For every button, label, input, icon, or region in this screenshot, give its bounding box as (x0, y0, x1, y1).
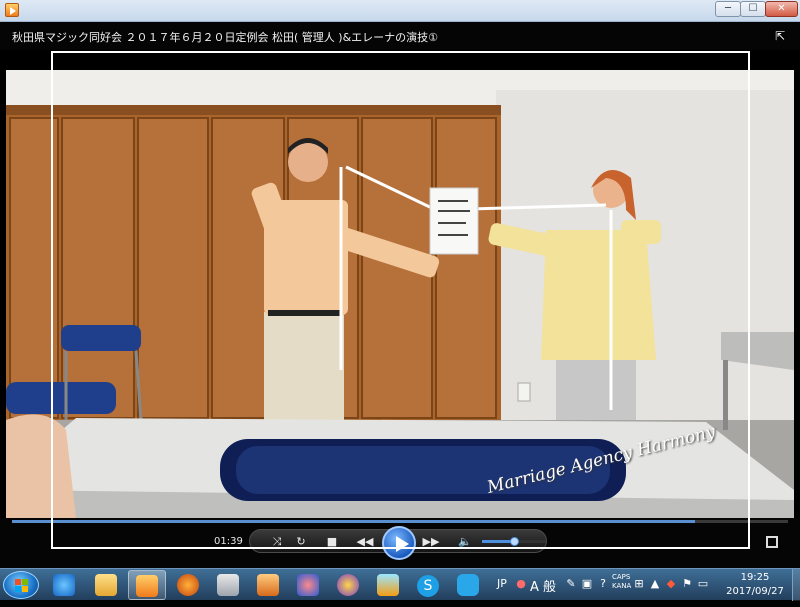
taskbar-headphones-icon[interactable] (329, 570, 367, 600)
volume-slider[interactable] (482, 537, 546, 546)
play-button[interactable] (382, 526, 416, 560)
kana-label: KANA (612, 582, 632, 590)
ime-dictionary-icon[interactable]: ✎ (564, 577, 578, 591)
media-player-app-icon[interactable] (5, 3, 19, 17)
taskbar-app-icon-2[interactable] (249, 570, 287, 600)
fullscreen-icon[interactable] (766, 536, 778, 548)
elapsed-time: 01:39 (214, 536, 243, 547)
taskbar-firefox-icon[interactable] (169, 570, 207, 600)
maximize-button[interactable]: ☐ (740, 1, 766, 17)
switch-to-library-icon[interactable]: ⇱ (772, 29, 788, 43)
start-button[interactable] (3, 571, 39, 599)
taskbar-skype-icon[interactable]: S (409, 570, 447, 600)
windows-logo-icon (15, 579, 29, 593)
player-controls: 01:39 ⤨ ↻ ■ ◀◀ ▶▶ 🔈 (0, 518, 800, 568)
system-tray: JP ● A 般 ✎ ▣ ? CAPS KANA ⊞ ▲ ◆ ⚑ ▭ (492, 569, 712, 601)
previous-icon[interactable]: ◀◀ (356, 534, 374, 550)
clock-date: 2017/09/27 (726, 586, 784, 597)
ime-pad-icon[interactable]: ● (514, 577, 528, 591)
taskbar-app-icon-1[interactable] (209, 570, 247, 600)
caps-kana-indicator: CAPS KANA (612, 573, 631, 591)
taskbar-explorer-icon[interactable] (87, 570, 125, 600)
minimize-button[interactable]: ─ (715, 1, 741, 17)
seek-bar[interactable] (12, 520, 788, 523)
player-header: 秋田県マジック同好会 ２０１７年６月２０日定例会 松田( 管理人 )&エレーナの… (0, 22, 800, 50)
media-player-window: ─ ☐ ✕ 秋田県マジック同好会 ２０１７年６月２０日定例会 松田( 管理人 )… (0, 0, 800, 568)
security-icon[interactable]: ◆ (664, 577, 678, 591)
taskbar-paint-icon[interactable] (369, 570, 407, 600)
seek-bar-fill (12, 520, 695, 523)
taskbar-app-icon-3[interactable] (289, 570, 327, 600)
next-icon[interactable]: ▶▶ (422, 534, 440, 550)
stop-icon[interactable]: ■ (323, 534, 341, 550)
volume-knob[interactable] (510, 537, 519, 546)
repeat-icon[interactable]: ↻ (292, 534, 310, 550)
taskbar-media-player-icon[interactable] (128, 570, 166, 600)
help-icon[interactable]: ? (596, 577, 610, 591)
ime-mode[interactable]: A 般 (530, 576, 556, 595)
video-title: 秋田県マジック同好会 ２０１７年６月２０日定例会 松田( 管理人 )&エレーナの… (12, 31, 439, 44)
title-bar: ─ ☐ ✕ (0, 0, 800, 22)
show-hidden-icons-icon[interactable]: ▲ (648, 577, 662, 591)
taskbar-messenger-icon[interactable] (449, 570, 487, 600)
language-indicator[interactable]: JP (497, 577, 507, 590)
speaker-icon[interactable]: 🔈 (456, 534, 474, 550)
clock-time: 19:25 (740, 572, 770, 583)
network-icon[interactable]: ▭ (696, 577, 710, 591)
ime-options-icon[interactable]: ⊞ (632, 577, 646, 591)
caps-label: CAPS (612, 573, 631, 581)
shuffle-icon[interactable]: ⤨ (268, 534, 286, 550)
ime-tools-icon[interactable]: ▣ (580, 577, 594, 591)
close-button[interactable]: ✕ (765, 1, 798, 17)
clock[interactable]: 19:25 2017/09/27 (722, 571, 788, 599)
action-center-flag-icon[interactable]: ⚑ (680, 577, 694, 591)
taskbar: S JP ● A 般 ✎ ▣ ? CAPS KANA ⊞ ▲ ◆ ⚑ ▭ 19:… (0, 568, 800, 601)
taskbar-ie-icon[interactable] (45, 570, 83, 600)
show-desktop-button[interactable] (792, 569, 800, 601)
